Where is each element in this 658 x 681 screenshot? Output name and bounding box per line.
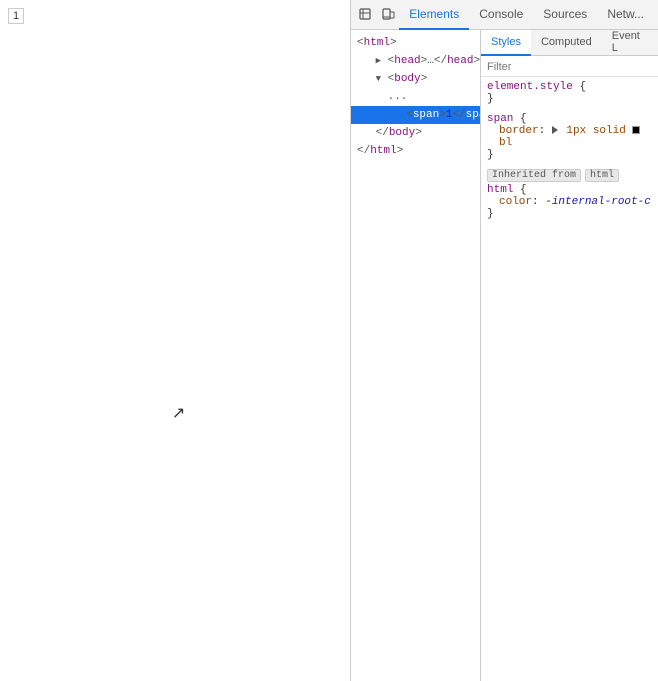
- css-selector-span: span: [487, 113, 513, 125]
- css-block-html: html { color: -internal-root-c }: [487, 184, 652, 220]
- tab-console[interactable]: Console: [469, 0, 533, 30]
- tree-head[interactable]: ▶ <head>…</head>: [351, 52, 480, 70]
- tree-html[interactable]: <html>: [351, 34, 480, 52]
- tree-html-close: </html>: [351, 142, 480, 160]
- page-area: 1 ↖: [0, 0, 350, 681]
- filter-bar: [481, 56, 658, 77]
- inherited-from-tag[interactable]: html: [585, 169, 619, 182]
- css-block-element-style: element.style { }: [487, 81, 652, 105]
- styles-subtabs: Styles Computed Event L: [481, 30, 658, 56]
- tab-elements[interactable]: Elements: [399, 0, 469, 30]
- styles-panel: Styles Computed Event L element.style: [481, 30, 658, 681]
- subtab-event-listeners[interactable]: Event L: [602, 30, 658, 56]
- devtools-tab-bar: Elements Console Sources Netw...: [351, 0, 658, 30]
- elements-panel: <html> ▶ <head>…</head> ▼ <body> ... <sp…: [351, 30, 658, 681]
- tree-body[interactable]: ▼ <body>: [351, 70, 480, 88]
- tree-body-close: </body>: [351, 124, 480, 142]
- inspect-icon-button[interactable]: [355, 3, 377, 27]
- css-block-span: span { border: 1px solid bl }: [487, 113, 652, 161]
- css-prop-border[interactable]: border: 1px solid bl: [487, 125, 652, 149]
- css-selector-element-style: element.style: [487, 81, 573, 93]
- tree-span-selected[interactable]: <span>1</span>: [351, 106, 480, 124]
- devtools-panel: Elements Console Sources Netw... <html> …: [350, 0, 658, 681]
- css-rules: element.style { } span { border: 1px sol…: [481, 77, 658, 681]
- css-prop-color[interactable]: color: -internal-root-c: [487, 196, 652, 208]
- device-toggle-button[interactable]: [377, 3, 399, 27]
- tree-ellipsis[interactable]: ...: [351, 88, 480, 106]
- inherited-from-label: Inherited from html: [487, 169, 652, 182]
- cursor-arrow: ↖: [172, 403, 185, 423]
- border-expand-arrow[interactable]: [552, 126, 558, 134]
- tab-network[interactable]: Netw...: [597, 0, 654, 30]
- border-color-swatch[interactable]: [632, 126, 640, 134]
- css-selector-html: html: [487, 184, 513, 196]
- tab-sources[interactable]: Sources: [533, 0, 597, 30]
- filter-input[interactable]: [487, 61, 652, 73]
- subtab-styles[interactable]: Styles: [481, 30, 531, 56]
- subtab-computed[interactable]: Computed: [531, 30, 602, 56]
- page-number: 1: [8, 8, 24, 24]
- html-tree: <html> ▶ <head>…</head> ▼ <body> ... <sp…: [351, 30, 481, 681]
